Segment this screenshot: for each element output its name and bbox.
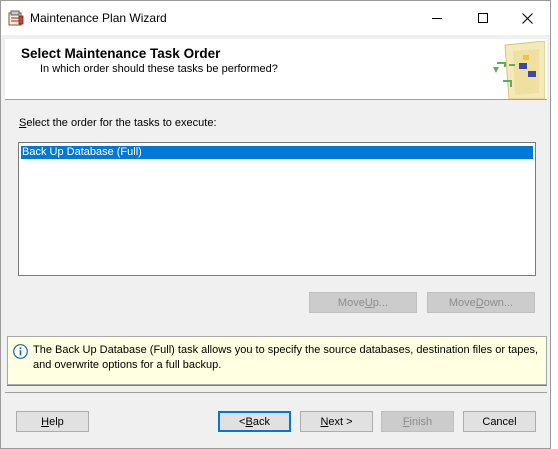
help-label-accel: H <box>41 415 50 428</box>
finish-label-accel: F <box>402 415 410 428</box>
back-label-post: ack <box>252 415 270 428</box>
move-down-label-post: own... <box>483 296 514 309</box>
finish-label-post: inish <box>409 415 433 428</box>
window-title: Maintenance Plan Wizard <box>30 11 167 25</box>
task-order-list[interactable]: Back Up Database (Full) <box>18 142 536 276</box>
task-order-label: Select the order for the tasks to execut… <box>19 117 217 129</box>
help-label-rest: elp <box>49 415 64 428</box>
title-bar[interactable]: Maintenance Plan Wizard <box>1 1 550 35</box>
move-down-label-pre: Move <box>448 296 476 309</box>
minimize-icon <box>432 18 442 19</box>
maintenance-plan-icon <box>8 10 24 26</box>
help-button[interactable]: Help <box>16 411 89 432</box>
wizard-graphic-icon <box>489 40 546 100</box>
task-description-text: The Back Up Database (Full) task allows … <box>33 344 539 371</box>
move-up-label-accel: U <box>364 296 373 309</box>
page-subtitle: In which order should these tasks be per… <box>40 63 278 75</box>
minimize-button[interactable] <box>414 1 460 35</box>
task-description-box: The Back Up Database (Full) task allows … <box>7 336 547 385</box>
move-up-button[interactable]: Move Up... <box>309 292 417 313</box>
move-up-label-post: p... <box>372 296 389 309</box>
back-label-accel: B <box>245 415 253 428</box>
next-label-accel: N <box>320 415 329 428</box>
wizard-window: Maintenance Plan Wizard Select Maintenan… <box>0 0 551 449</box>
task-order-label-text: elect the order for the tasks to execute… <box>26 117 217 129</box>
footer-divider <box>5 392 547 393</box>
page-title: Select Maintenance Task Order <box>21 46 221 61</box>
next-label-post: ext > <box>328 415 353 428</box>
back-button[interactable]: < Back <box>218 411 291 432</box>
maximize-button[interactable] <box>460 1 506 35</box>
maximize-icon <box>478 13 488 23</box>
cancel-button[interactable]: Cancel <box>463 411 536 432</box>
list-item[interactable]: Back Up Database (Full) <box>21 146 533 159</box>
move-down-label-accel: D <box>475 296 484 309</box>
move-up-label-pre: Move <box>337 296 365 309</box>
next-button[interactable]: Next > <box>300 411 373 432</box>
close-icon <box>521 12 533 24</box>
wizard-header: Select Maintenance Task Order In which o… <box>5 39 547 100</box>
info-icon <box>13 344 28 359</box>
close-button[interactable] <box>504 1 550 35</box>
finish-button[interactable]: Finish <box>381 411 454 432</box>
move-down-button[interactable]: Move Down... <box>427 292 535 313</box>
